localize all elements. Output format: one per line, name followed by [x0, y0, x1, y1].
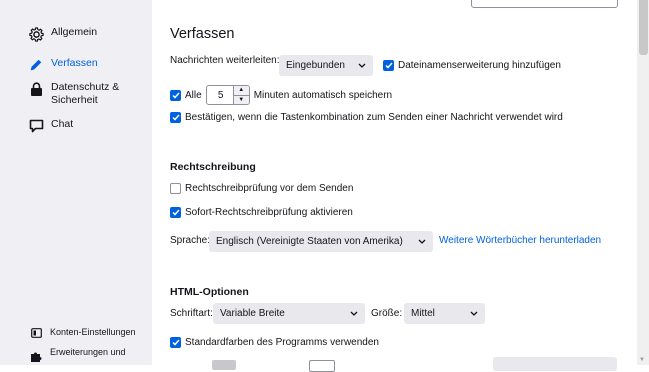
stepper-down-icon[interactable]: ▼ [233, 95, 249, 104]
chat-icon [28, 118, 44, 134]
autosave-suffix: Minuten automatisch speichern [253, 89, 393, 101]
size-select-value: Mittel [411, 308, 435, 319]
puzzle-icon [30, 351, 42, 363]
autosave-row: Alle 5 ▲ ▼ Minuten automatisch speichern [170, 85, 392, 105]
confirm-send-row[interactable]: Bestätigen, wenn die Tastenkombination z… [170, 112, 563, 123]
lock-icon [28, 81, 44, 97]
font-select[interactable]: Variable Breite [213, 303, 365, 324]
language-label: Sprache: [170, 235, 211, 246]
sidebar-item-datenschutz[interactable]: Datenschutz & Sicherheit [28, 81, 119, 107]
forward-select-value: Eingebunden [286, 60, 345, 71]
search-input[interactable] [471, 0, 618, 8]
forward-row: Nachrichten weiterleiten: [170, 55, 280, 66]
chevron-down-icon [470, 308, 478, 319]
pencil-icon [28, 57, 44, 73]
sidebar-item-label-2: Sicherheit [51, 94, 98, 106]
sidebar-item-label: Konten-Einstellungen [50, 327, 136, 337]
sidebar-item-label: Verfassen [51, 57, 98, 69]
default-colors-row[interactable]: Standardfarben des Programms verwenden [170, 337, 379, 348]
check-before-send-label: Rechtschreibprüfung vor dem Senden [185, 183, 354, 194]
stepper-up-icon[interactable]: ▲ [233, 86, 249, 96]
sidebar-item-label: Chat [51, 118, 74, 130]
inline-spellcheck-label: Sofort-Rechtschreibprüfung aktivieren [185, 207, 353, 218]
sidebar-item-label: Allgemein [51, 26, 98, 38]
sidebar-item-label: Erweiterungen und [50, 347, 126, 357]
sidebar-item-label: Datenschutz & [51, 81, 120, 93]
language-select-value: Englisch (Vereinigte Staaten von Amerika… [216, 236, 403, 247]
sidebar-item-erweiterungen[interactable]: Erweiterungen und [30, 347, 126, 363]
autosave-checkbox[interactable] [170, 89, 181, 101]
sidebar-item-allgemein[interactable]: Allgemein [28, 26, 97, 42]
sidebar-item-konten-einstellungen[interactable]: Konten-Einstellungen [30, 327, 136, 339]
page-title: Verfassen [170, 26, 235, 42]
spelling-heading: Rechtschreibung [170, 161, 256, 173]
sidebar-item-verfassen[interactable]: Verfassen [28, 57, 98, 73]
account-icon [30, 327, 42, 339]
chevron-down-icon [418, 236, 426, 247]
chevron-down-icon [350, 308, 358, 319]
text-color-swatch[interactable] [212, 360, 236, 370]
attach-ext-checkbox[interactable] [383, 60, 394, 71]
attach-ext-label: Dateinamenserweiterung hinzufügen [398, 60, 561, 71]
confirm-send-checkbox[interactable] [170, 112, 181, 123]
inline-spellcheck-row[interactable]: Sofort-Rechtschreibprüfung aktivieren [170, 207, 353, 218]
check-before-send-row[interactable]: Rechtschreibprüfung vor dem Senden [170, 183, 353, 194]
confirm-send-label: Bestätigen, wenn die Tastenkombination z… [185, 112, 563, 123]
inline-spellcheck-checkbox[interactable] [170, 207, 181, 218]
forward-label: Nachrichten weiterleiten: [170, 55, 280, 66]
language-select[interactable]: Englisch (Vereinigte Staaten von Amerika… [209, 231, 433, 252]
default-colors-checkbox[interactable] [170, 337, 181, 348]
scroll-down-arrow-icon[interactable]: ▼ [639, 357, 645, 363]
reset-defaults-button[interactable] [493, 357, 617, 371]
size-label: Größe: [371, 308, 403, 319]
attach-ext-row[interactable]: Dateinamenserweiterung hinzufügen [383, 60, 561, 71]
more-dictionaries-link[interactable]: Weitere Wörterbücher herunterladen [439, 235, 601, 246]
gear-icon [28, 26, 44, 42]
background-color-swatch[interactable] [309, 360, 335, 372]
autosave-label: Alle [185, 89, 202, 101]
check-before-send-checkbox[interactable] [170, 183, 181, 194]
sidebar: Allgemein Verfassen Datenschutz & Sicher… [0, 0, 152, 365]
scrollbar-thumb[interactable] [639, 0, 648, 55]
font-select-value: Variable Breite [220, 308, 285, 319]
chevron-down-icon [358, 60, 366, 71]
sidebar-item-chat[interactable]: Chat [28, 118, 73, 134]
autosave-minutes-value: 5 [217, 89, 224, 101]
font-label: Schriftart: [170, 308, 213, 319]
forward-select[interactable]: Eingebunden [279, 55, 373, 76]
autosave-minutes-stepper[interactable]: 5 ▲ ▼ [205, 85, 250, 105]
size-select[interactable]: Mittel [404, 303, 485, 324]
default-colors-label: Standardfarben des Programms verwenden [185, 337, 379, 348]
html-options-heading: HTML-Optionen [170, 286, 249, 298]
